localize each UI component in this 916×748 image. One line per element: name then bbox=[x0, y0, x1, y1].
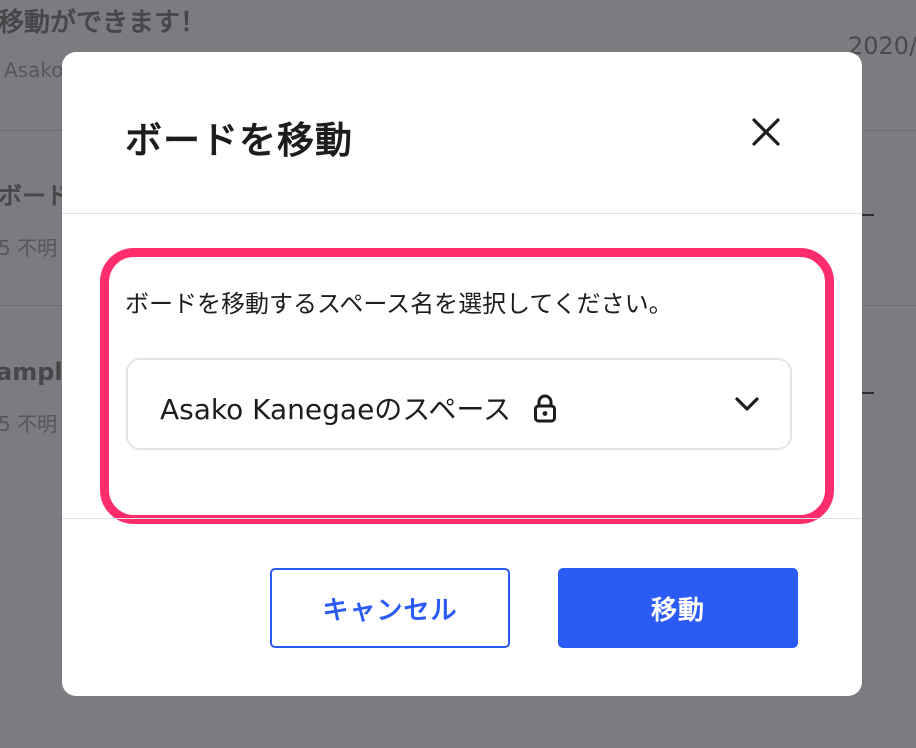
bg-row2-sub: 5 不明 bbox=[0, 236, 58, 260]
bg-row2-title: ボード bbox=[0, 182, 70, 210]
space-select-dropdown[interactable]: Asako Kanegaeのスペース bbox=[126, 358, 792, 450]
space-select-value: Asako Kanegaeのスペース bbox=[160, 393, 511, 426]
bg-row2-dash bbox=[862, 214, 874, 216]
dialog-title: ボードを移動 bbox=[125, 119, 353, 162]
chevron-down-icon bbox=[735, 397, 759, 411]
close-icon bbox=[752, 118, 780, 146]
lock-icon bbox=[533, 394, 556, 423]
bg-row1-sub: Asako bbox=[4, 58, 64, 82]
footer-divider bbox=[62, 518, 862, 519]
instruction-text: ボードを移動するスペース名を選択してください。 bbox=[125, 290, 673, 318]
dialog-header: ボードを移動 bbox=[62, 52, 862, 212]
bg-row1-title: 移動ができます！ bbox=[0, 8, 207, 38]
cancel-button[interactable]: キャンセル bbox=[270, 568, 510, 648]
bg-row3-dash bbox=[862, 392, 874, 394]
space-select-value-wrap: Asako Kanegaeのスペース bbox=[160, 388, 557, 428]
move-button[interactable]: 移動 bbox=[558, 568, 798, 648]
bg-row3-sub: 5 不明 bbox=[0, 412, 58, 436]
move-board-dialog: ボードを移動 ボードを移動するスペース名を選択してください。 Asako Kan… bbox=[62, 52, 862, 696]
close-button[interactable] bbox=[745, 111, 787, 153]
header-divider bbox=[62, 213, 862, 214]
